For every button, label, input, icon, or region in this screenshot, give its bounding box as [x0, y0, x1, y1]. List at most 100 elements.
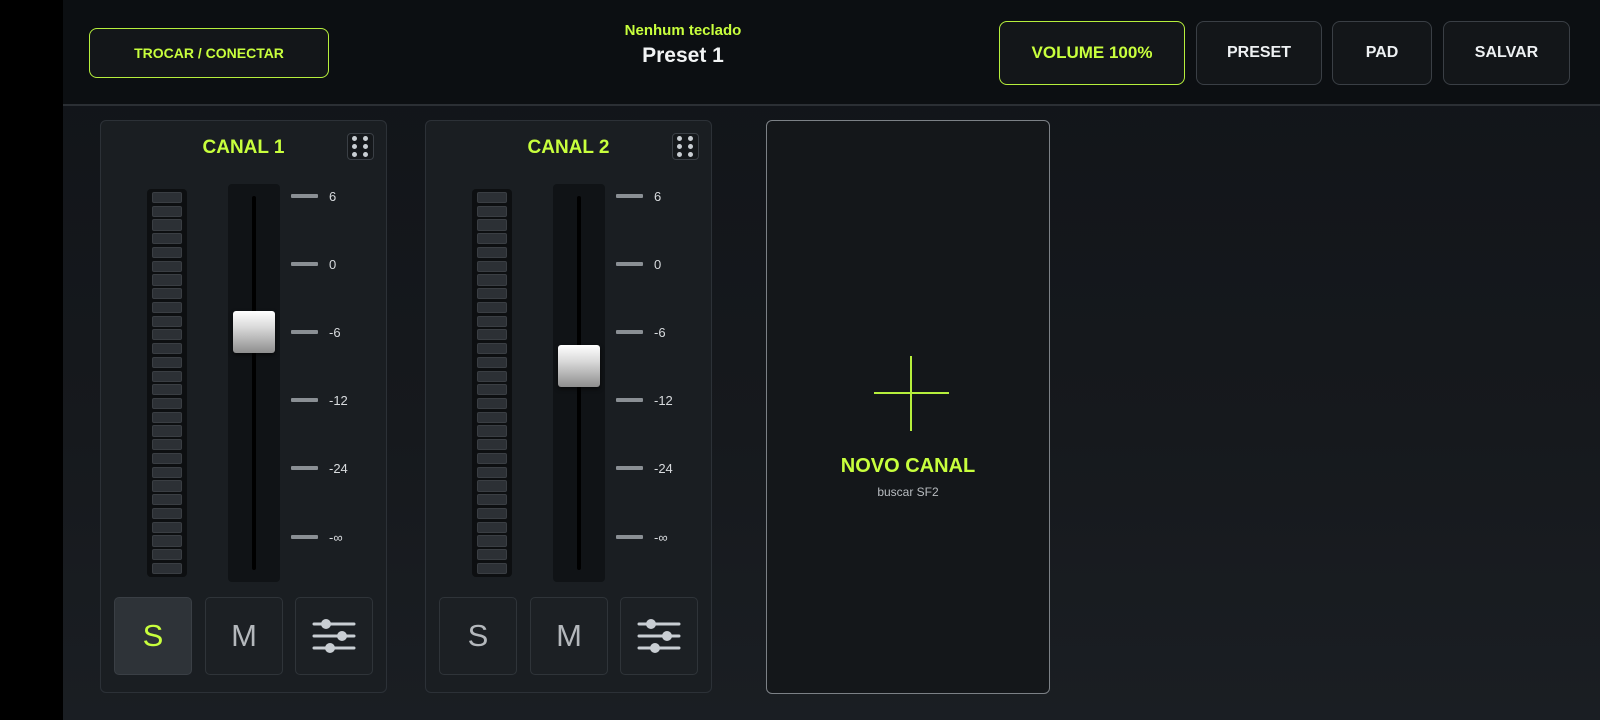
- preset-header: Nenhum teclado Preset 1: [583, 22, 783, 68]
- meter-segment: [477, 370, 507, 382]
- scale-tick: -12: [616, 393, 673, 408]
- drag-handle-icon[interactable]: [347, 133, 374, 160]
- meter-segment: [477, 439, 507, 451]
- scale-tick: -∞: [291, 530, 343, 545]
- scale-tick: -24: [616, 461, 673, 476]
- meter-segment: [152, 411, 182, 423]
- meter-segment: [152, 562, 182, 574]
- channel-title: CANAL 2: [527, 137, 610, 158]
- meter-segment: [152, 192, 182, 204]
- meter-segment: [477, 411, 507, 423]
- meter-segment: [477, 288, 507, 300]
- meter-segment: [477, 452, 507, 465]
- volume-fader[interactable]: [553, 184, 605, 582]
- meter-segment: [477, 274, 507, 286]
- volume-fader[interactable]: [228, 184, 280, 582]
- meter-segment: [477, 494, 507, 506]
- meter-segment: [152, 343, 182, 355]
- volume-button[interactable]: VOLUME 100%: [999, 21, 1185, 85]
- meter-segment: [152, 549, 182, 561]
- scale-tick: 6: [616, 189, 661, 204]
- meter-segment: [152, 370, 182, 382]
- meter-segment: [152, 439, 182, 451]
- scale-tick: -6: [616, 325, 666, 340]
- db-scale: 6 0 -6 -12 -24 -∞: [616, 189, 696, 569]
- meter-segment: [477, 343, 507, 355]
- meter-segment: [152, 521, 182, 533]
- fader-knob[interactable]: [233, 311, 275, 353]
- meter-segment: [477, 246, 507, 259]
- meter-segment: [152, 452, 182, 465]
- meter-segment: [477, 192, 507, 204]
- meter-segment: [477, 384, 507, 396]
- left-edge: [0, 0, 63, 720]
- meter-segment: [152, 535, 182, 547]
- meter-segment: [152, 205, 182, 217]
- mixer-app: TROCAR / CONECTAR Nenhum teclado Preset …: [63, 0, 1600, 720]
- meter-segment: [152, 260, 182, 272]
- channel-strip: CANAL 1 6 0 -6 -12 -24 -∞ S M: [100, 120, 387, 693]
- keyboard-status: Nenhum teclado: [624, 22, 742, 39]
- level-meter: [472, 189, 512, 577]
- scale-tick: 0: [291, 257, 336, 272]
- meter-segment: [152, 356, 182, 368]
- meter-segment: [477, 425, 507, 437]
- fader-line: [252, 196, 256, 570]
- meter-segment: [477, 535, 507, 547]
- meter-segment: [477, 398, 507, 410]
- preset-name: Preset 1: [642, 44, 724, 67]
- meter-segment: [477, 562, 507, 574]
- mute-button[interactable]: M: [530, 597, 608, 675]
- meter-segment: [152, 315, 182, 327]
- meter-segment: [152, 494, 182, 506]
- scale-tick: -∞: [616, 530, 668, 545]
- meter-segment: [477, 466, 507, 478]
- meter-segment: [477, 315, 507, 327]
- channel-title: CANAL 1: [202, 137, 285, 158]
- scale-tick: 0: [616, 257, 661, 272]
- meter-segment: [477, 356, 507, 368]
- sliders-icon[interactable]: [620, 597, 698, 675]
- connect-button[interactable]: TROCAR / CONECTAR: [89, 28, 329, 78]
- save-button[interactable]: SALVAR: [1443, 21, 1570, 85]
- meter-segment: [152, 384, 182, 396]
- meter-segment: [152, 329, 182, 341]
- db-scale: 6 0 -6 -12 -24 -∞: [291, 189, 371, 569]
- mute-button[interactable]: M: [205, 597, 283, 675]
- level-meter: [147, 189, 187, 577]
- meter-segment: [152, 398, 182, 410]
- scale-tick: -24: [291, 461, 348, 476]
- meter-segment: [477, 507, 507, 520]
- new-channel-card[interactable]: NOVO CANAL buscar SF2: [766, 120, 1050, 694]
- meter-segment: [152, 233, 182, 245]
- meter-segment: [152, 507, 182, 520]
- scale-tick: 6: [291, 189, 336, 204]
- drag-handle-icon[interactable]: [672, 133, 699, 160]
- meter-segment: [477, 549, 507, 561]
- pad-button[interactable]: PAD: [1332, 21, 1432, 85]
- meter-segment: [477, 301, 507, 314]
- sliders-icon[interactable]: [295, 597, 373, 675]
- meter-segment: [152, 246, 182, 259]
- new-channel-title: NOVO CANAL: [840, 455, 976, 477]
- meter-segment: [152, 288, 182, 300]
- meter-segment: [477, 219, 507, 231]
- channel-strip: CANAL 2 6 0 -6 -12 -24 -∞ S M: [425, 120, 712, 693]
- meter-segment: [152, 480, 182, 492]
- meter-segment: [152, 219, 182, 231]
- meter-segment: [477, 521, 507, 533]
- meter-segment: [477, 205, 507, 217]
- solo-button[interactable]: S: [114, 597, 192, 675]
- meter-segment: [152, 425, 182, 437]
- top-bar: TROCAR / CONECTAR Nenhum teclado Preset …: [63, 0, 1600, 106]
- scale-tick: -12: [291, 393, 348, 408]
- fader-knob[interactable]: [558, 345, 600, 387]
- meter-segment: [477, 233, 507, 245]
- new-channel-subtitle: buscar SF2: [877, 485, 939, 499]
- preset-button[interactable]: PRESET: [1196, 21, 1322, 85]
- meter-segment: [477, 329, 507, 341]
- meter-segment: [152, 466, 182, 478]
- scale-tick: -6: [291, 325, 341, 340]
- solo-button[interactable]: S: [439, 597, 517, 675]
- meter-segment: [477, 480, 507, 492]
